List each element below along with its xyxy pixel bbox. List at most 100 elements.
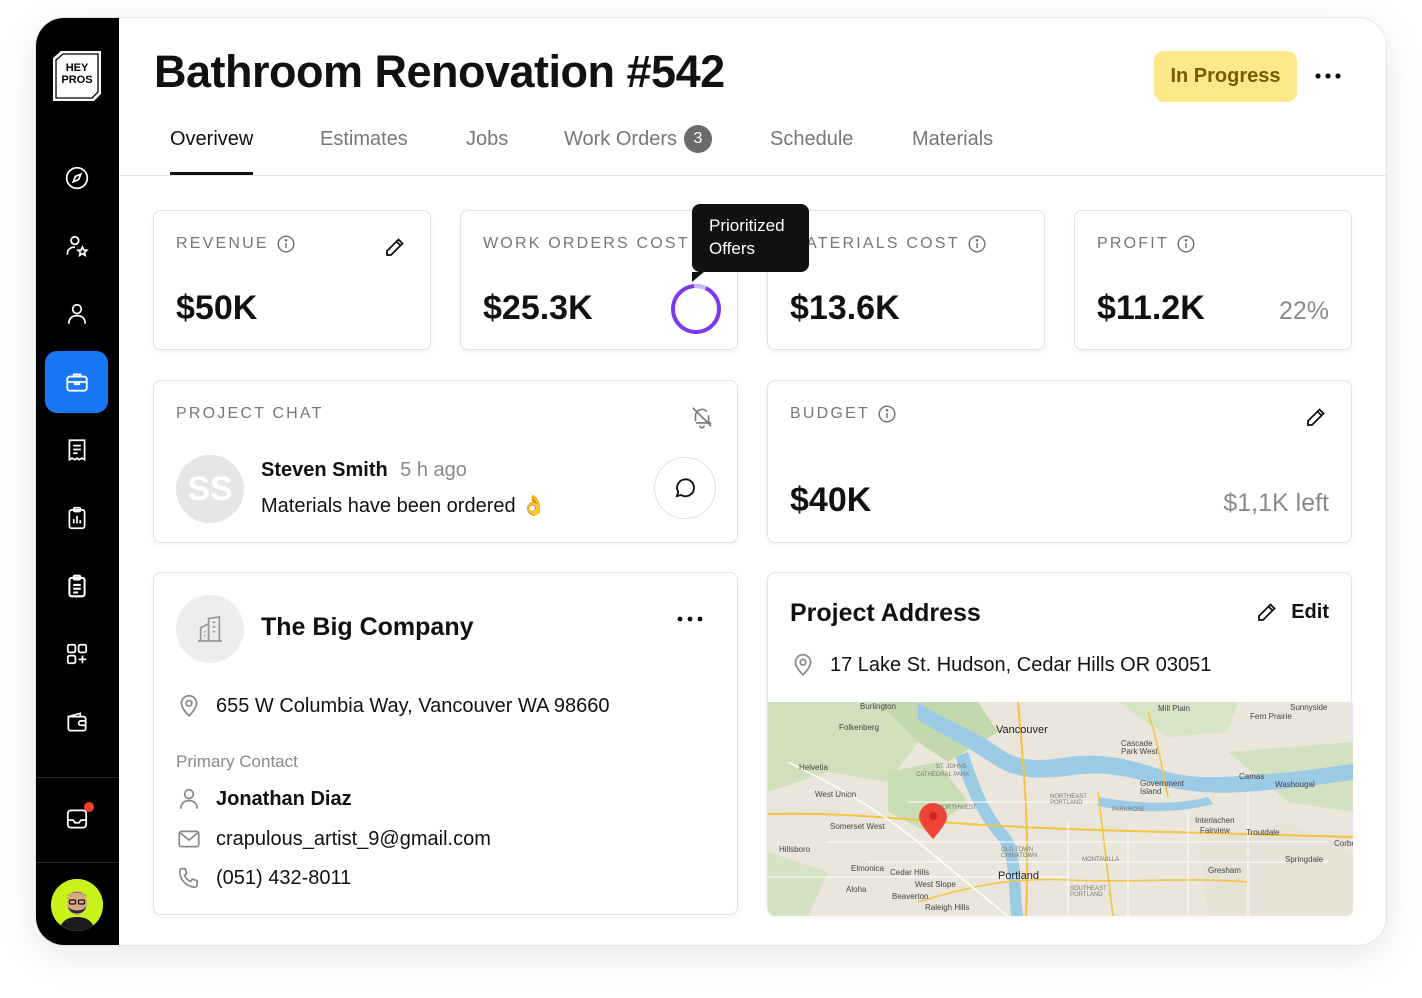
- logo-text-bottom: PROS: [61, 74, 92, 86]
- revenue-label: REVENUE: [176, 235, 269, 252]
- mail-icon: [178, 830, 200, 848]
- map-label-troutdale: Troutdale: [1246, 828, 1280, 837]
- map-label-mill-plain: Mill Plain: [1158, 704, 1191, 713]
- sidebar-item-invoices[interactable]: [45, 419, 108, 481]
- revenue-card: REVENUE $50K: [153, 210, 431, 350]
- sidebar-item-pros[interactable]: [45, 215, 108, 277]
- edit-pencil-icon[interactable]: [1304, 405, 1328, 429]
- map-label-folkenberg: Folkenberg: [839, 723, 880, 732]
- work-orders-cost-label: WORK ORDERS COST: [483, 235, 690, 252]
- tab-count-badge: 3: [683, 125, 712, 153]
- more-options-button[interactable]: [1311, 62, 1345, 90]
- status-badge[interactable]: In Progress: [1154, 51, 1297, 102]
- user-icon: [180, 788, 198, 809]
- tab-work-orders[interactable]: Work Orders 3: [564, 122, 712, 175]
- tab-schedule[interactable]: Schedule: [770, 122, 853, 175]
- map-label-elmonica: Elmonica: [851, 864, 884, 873]
- map-label-west-union: West Union: [815, 790, 857, 799]
- tabs-divider: [119, 175, 1386, 176]
- tab-overview[interactable]: Overivew: [170, 122, 254, 175]
- map-label-cathedral-park: CATHEDRAL PARK: [916, 772, 970, 778]
- project-address-text: 17 Lake St. Hudson, Cedar Hills OR 03051: [830, 654, 1212, 676]
- map-label-cascade-park: Cascade Park West: [1121, 739, 1158, 756]
- logo-text-top: HEY: [66, 62, 89, 74]
- chat-label: PROJECT CHAT: [176, 405, 324, 422]
- map-label-government-island: Government Island: [1140, 779, 1185, 796]
- tab-materials[interactable]: Materials: [912, 122, 993, 175]
- edit-label: Edit: [1291, 600, 1329, 623]
- sidebar-item-apps[interactable]: [45, 623, 108, 685]
- progress-ring-icon[interactable]: [669, 282, 723, 336]
- prioritized-offers-tooltip: Prioritized Offers: [692, 204, 809, 282]
- info-icon[interactable]: [1177, 235, 1195, 253]
- info-icon[interactable]: [277, 235, 295, 253]
- map-label-montavilla: MONTAVILLA: [1082, 857, 1120, 863]
- company-more-button[interactable]: [677, 609, 703, 627]
- edit-pencil-icon: [1258, 603, 1276, 621]
- sidebar-item-clients[interactable]: [45, 283, 108, 345]
- briefcase-icon: [65, 373, 88, 392]
- info-icon[interactable]: [878, 405, 896, 423]
- sidebar-item-projects[interactable]: [45, 351, 108, 413]
- materials-cost-label-row: ATERIALS COST: [806, 235, 986, 253]
- tooltip-line-1: Prioritized: [709, 216, 785, 235]
- user-avatar[interactable]: [51, 879, 103, 931]
- edit-address-button[interactable]: Edit: [1255, 600, 1329, 624]
- work-orders-cost-value: $25.3K: [483, 289, 593, 327]
- tab-estimates[interactable]: Estimates: [320, 122, 408, 175]
- sidebar-item-reports[interactable]: [45, 487, 108, 549]
- map-label-old-town: OLD TOWN CHINATOWN: [1001, 847, 1038, 859]
- sidebar-item-inbox[interactable]: [45, 788, 108, 850]
- map-label-vancouver: Vancouver: [996, 724, 1048, 736]
- map-label-fairview: Fairview: [1200, 826, 1230, 835]
- map-label-beaverton: Beaverton: [892, 892, 929, 901]
- map-label-raleigh-hills: Raleigh Hills: [925, 903, 970, 912]
- building-icon: [198, 616, 222, 642]
- location-pin-icon: [794, 653, 812, 676]
- notification-dot: [84, 802, 94, 812]
- revenue-value: $50K: [176, 289, 258, 327]
- sidebar-item-payments[interactable]: [45, 691, 108, 753]
- edit-pencil-icon[interactable]: [383, 235, 407, 259]
- profit-value: $11.2K: [1097, 289, 1205, 327]
- map-label-somerset-west: Somerset West: [830, 822, 885, 831]
- sidebar-item-explore[interactable]: [45, 147, 108, 209]
- project-address-card: Project Address Edit 17 Lake St. Hudson,…: [767, 572, 1353, 916]
- more-horizontal-icon: [1315, 73, 1341, 79]
- materials-cost-value: $13.6K: [790, 289, 900, 327]
- chat-meta: Steven Smith 5 h ago: [261, 459, 467, 482]
- contact-phone[interactable]: (051) 432-8011: [216, 867, 351, 890]
- budget-label-row: BUDGET: [790, 405, 896, 423]
- tooltip-line-2: Offers: [709, 239, 755, 258]
- profit-label-row: PROFIT: [1097, 235, 1195, 253]
- user-icon: [67, 303, 86, 324]
- map-label-fern-prairie: Fern Prairie: [1250, 712, 1292, 721]
- sidebar-divider-bottom: [36, 862, 119, 863]
- chat-sender: Steven Smith: [261, 459, 388, 481]
- company-avatar: [176, 595, 244, 663]
- materials-cost-label: ATERIALS COST: [806, 235, 960, 252]
- contact-name: Jonathan Diaz: [216, 788, 352, 810]
- map-label-helvetia: Helvetia: [799, 763, 828, 772]
- map-label-northwest: NORTHWEST: [938, 805, 977, 811]
- project-location-map[interactable]: Vancouver Portland Hillsboro Gresham Bea…: [768, 702, 1353, 916]
- tab-jobs[interactable]: Jobs: [466, 122, 508, 175]
- revenue-label-row: REVENUE: [176, 235, 295, 253]
- map-label-hillsboro: Hillsboro: [779, 845, 811, 854]
- sidebar-item-tasks[interactable]: [45, 555, 108, 617]
- company-card: The Big Company 655 W Columbia Way, Vanc…: [153, 572, 738, 915]
- sidebar: HEY PROS: [36, 18, 119, 945]
- bell-off-icon[interactable]: [689, 404, 715, 430]
- project-chat-card: PROJECT CHAT SS Steven Smith 5 h ago Mat…: [153, 380, 738, 543]
- chat-avatar[interactable]: SS: [176, 455, 244, 523]
- contact-email[interactable]: crapulous_artist_9@gmail.com: [216, 828, 491, 851]
- open-chat-button[interactable]: [654, 457, 716, 519]
- map-label-camas: Camas: [1239, 772, 1265, 781]
- info-icon[interactable]: [968, 235, 986, 253]
- map-label-aloha: Aloha: [846, 885, 867, 894]
- map-label-washougal: Washougal: [1275, 780, 1315, 789]
- heypros-logo[interactable]: HEY PROS: [51, 50, 103, 102]
- budget-remaining: $1,1K left: [1223, 489, 1329, 517]
- profit-card: PROFIT $11.2K 22%: [1074, 210, 1352, 350]
- map-label-corbett: Corbe: [1334, 839, 1353, 848]
